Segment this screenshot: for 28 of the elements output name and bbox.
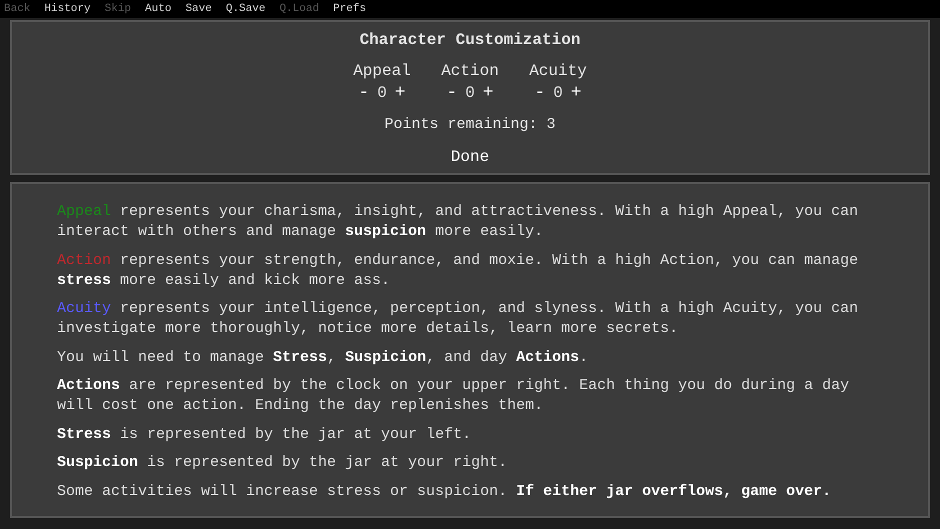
increase-button[interactable]: + [478, 83, 498, 103]
increase-button[interactable]: + [566, 83, 586, 103]
increase-button[interactable]: + [390, 83, 410, 103]
help-paragraph: Acuity represents your intelligence, perception, and slyness. With a high Acuity, you can investigate more thoroughly, notice more details, learn more secrets. [57, 299, 860, 339]
help-paragraph: Some activities will increase stress or suspicion. If either jar overflows, game over. [57, 482, 832, 502]
menu-item[interactable]: History [44, 0, 91, 18]
help-paragraph: Suspicion is represented by the jar at your right. [57, 453, 508, 473]
panel-title: Character Customization [360, 30, 580, 51]
stat-label: Acuity [528, 61, 588, 82]
stat-value: 0 [552, 83, 564, 104]
help-paragraph: Stress is represented by the jar at your left. [57, 424, 472, 444]
menu-item[interactable]: Auto [145, 0, 172, 18]
help-paragraph: Action represents your strength, endurance, and moxie. With a high Action, you can manage stress more easily and kick more ass. [57, 250, 860, 290]
help-paragraph: Actions are represented by the clock on your upper right. Each thing you do during a day will cost one action. Ending the day replenishes them. [57, 376, 850, 416]
decrease-button[interactable]: - [530, 83, 550, 103]
stat-label: Action [440, 61, 500, 82]
points-remaining: Points remaining: 3 [384, 115, 556, 135]
menu-item[interactable]: Q.Save [226, 0, 266, 18]
decrease-button[interactable]: - [442, 83, 462, 103]
help-paragraph: You will need to manage Stress, Suspicion, and day Actions. [57, 348, 590, 368]
decrease-button[interactable]: - [354, 83, 374, 103]
done-button[interactable]: Done [446, 144, 494, 168]
stat-value: 0 [376, 83, 388, 104]
stat-value: 0 [464, 83, 476, 104]
menu-item[interactable]: Save [185, 0, 212, 18]
stat-label: Appeal [352, 61, 412, 82]
menu-item[interactable]: Prefs [333, 0, 366, 18]
help-paragraph: Appeal represents your charisma, insight, and attractiveness. With a high Appeal, you can interact with others and manage suspicion more easily. [57, 202, 860, 242]
